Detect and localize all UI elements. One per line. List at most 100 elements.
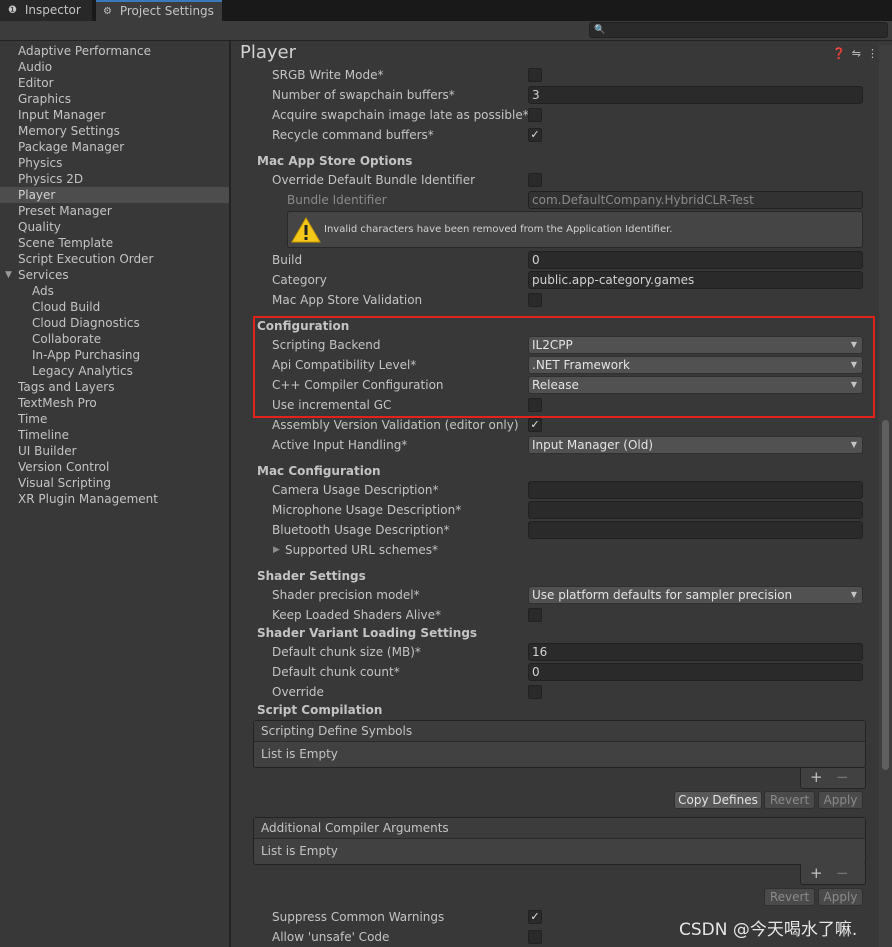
sidebar-item[interactable]: Version Control xyxy=(0,459,229,475)
assembly-validation-checkbox[interactable]: ✓ xyxy=(528,418,542,432)
sidebar-item[interactable]: Quality xyxy=(0,219,229,235)
override-checkbox[interactable] xyxy=(528,685,542,699)
sidebar-item[interactable]: Graphics xyxy=(0,91,229,107)
vertical-scrollbar[interactable] xyxy=(879,45,892,947)
shader-precision-dropdown[interactable]: Use platform defaults for sampler precis… xyxy=(528,586,863,604)
sidebar-item-label: Tags and Layers xyxy=(18,380,115,394)
info-icon: ❶ xyxy=(8,5,17,16)
keep-loaded-label: Keep Loaded Shaders Alive* xyxy=(272,608,442,622)
mac-configuration-title: Mac Configuration xyxy=(257,464,381,478)
suppress-warnings-checkbox[interactable]: ✓ xyxy=(528,910,542,924)
sidebar-item[interactable]: Physics xyxy=(0,155,229,171)
input-handling-dropdown[interactable]: Input Manager (Old) ▼ xyxy=(528,436,863,454)
acquire-checkbox[interactable] xyxy=(528,108,542,122)
swapchain-field[interactable]: 3 xyxy=(528,86,863,104)
sidebar-item-label: Version Control xyxy=(18,460,110,474)
sidebar-item[interactable]: Player xyxy=(0,187,229,203)
chevron-down-icon: ▼ xyxy=(850,440,857,449)
srgb-label: SRGB Write Mode* xyxy=(272,68,384,82)
sidebar-item[interactable]: ▼ Services xyxy=(0,267,229,283)
define-symbols-controls: + − xyxy=(800,768,866,789)
recycle-checkbox[interactable]: ✓ xyxy=(528,128,542,142)
add-symbol-button[interactable]: + xyxy=(810,768,823,786)
sidebar-item[interactable]: TextMesh Pro xyxy=(0,395,229,411)
sidebar-item[interactable]: Adaptive Performance xyxy=(0,43,229,59)
sidebar-item[interactable]: Ads xyxy=(0,283,229,299)
sidebar-item[interactable]: Time xyxy=(0,411,229,427)
help-icon[interactable]: ❓ xyxy=(832,47,852,60)
warning-text: Invalid characters have been removed fro… xyxy=(324,224,673,235)
bluetooth-usage-field[interactable] xyxy=(528,521,863,539)
sidebar-item[interactable]: Audio xyxy=(0,59,229,75)
sidebar-item[interactable]: XR Plugin Management xyxy=(0,491,229,507)
sidebar-item-label: Memory Settings xyxy=(18,124,120,138)
remove-argument-button[interactable]: − xyxy=(836,864,849,882)
sidebar-item[interactable]: Cloud Diagnostics xyxy=(0,315,229,331)
build-field[interactable]: 0 xyxy=(528,251,863,269)
sidebar-item-label: Cloud Build xyxy=(32,300,101,314)
override-bundle-label: Override Default Bundle Identifier xyxy=(272,173,476,187)
sidebar-item[interactable]: Script Execution Order xyxy=(0,251,229,267)
sidebar-item-label: Adaptive Performance xyxy=(18,44,151,58)
sidebar-item[interactable]: Tags and Layers xyxy=(0,379,229,395)
remove-symbol-button[interactable]: − xyxy=(836,768,849,786)
define-symbols-list: Scripting Define Symbols List is Empty xyxy=(253,720,866,768)
apply-args-button[interactable]: Apply xyxy=(818,888,863,906)
sidebar-item[interactable]: Collaborate xyxy=(0,331,229,347)
category-field[interactable]: public.app-category.games xyxy=(528,271,863,289)
sidebar-item-label: Quality xyxy=(18,220,61,234)
sidebar-item[interactable]: Legacy Analytics xyxy=(0,363,229,379)
revert-defines-button[interactable]: Revert xyxy=(764,791,815,809)
expand-arrow-icon[interactable]: ▼ xyxy=(5,267,12,283)
tab-inspector-label: Inspector xyxy=(24,3,81,17)
sidebar-item[interactable]: Package Manager xyxy=(0,139,229,155)
keep-loaded-checkbox[interactable] xyxy=(528,608,542,622)
sidebar-item-label: Editor xyxy=(18,76,54,90)
tab-project-settings[interactable]: ⚙ Project Settings xyxy=(96,0,222,21)
warning-icon xyxy=(291,217,321,243)
apply-defines-button[interactable]: Apply xyxy=(818,791,863,809)
sidebar-item-label: Cloud Diagnostics xyxy=(32,316,140,330)
sidebar-item-label: Ads xyxy=(32,284,54,298)
camera-usage-field[interactable] xyxy=(528,481,863,499)
define-symbols-empty: List is Empty xyxy=(261,747,338,761)
add-argument-button[interactable]: + xyxy=(810,864,823,882)
sidebar-item[interactable]: In-App Purchasing xyxy=(0,347,229,363)
bundle-id-label: Bundle Identifier xyxy=(287,193,387,207)
script-compilation-title: Script Compilation xyxy=(257,703,383,717)
sidebar-item[interactable]: Cloud Build xyxy=(0,299,229,315)
chunk-size-label: Default chunk size (MB)* xyxy=(272,645,421,659)
sidebar-item[interactable]: Visual Scripting xyxy=(0,475,229,491)
sidebar-item-label: Graphics xyxy=(18,92,71,106)
sidebar-item[interactable]: Input Manager xyxy=(0,107,229,123)
sidebar-item[interactable]: Preset Manager xyxy=(0,203,229,219)
chunk-size-field[interactable]: 16 xyxy=(528,643,863,661)
sidebar-item-label: Package Manager xyxy=(18,140,125,154)
search-input[interactable]: 🔍 xyxy=(589,22,888,38)
srgb-checkbox[interactable] xyxy=(528,68,542,82)
presets-icon[interactable]: ⇋ xyxy=(852,47,867,60)
sidebar-item-label: Preset Manager xyxy=(18,204,112,218)
sidebar-item[interactable]: UI Builder xyxy=(0,443,229,459)
sidebar-item[interactable]: Scene Template xyxy=(0,235,229,251)
watermark: CSDN @今天喝水了嘛. xyxy=(679,920,858,940)
category-label: Category xyxy=(272,273,327,287)
sidebar-item[interactable]: Memory Settings xyxy=(0,123,229,139)
microphone-usage-label: Microphone Usage Description* xyxy=(272,503,462,517)
sidebar-item[interactable]: Physics 2D xyxy=(0,171,229,187)
copy-defines-button[interactable]: Copy Defines xyxy=(674,791,762,809)
sidebar-item-label: Legacy Analytics xyxy=(32,364,133,378)
override-bundle-checkbox[interactable] xyxy=(528,173,542,187)
sidebar-item[interactable]: Timeline xyxy=(0,427,229,443)
chunk-count-field[interactable]: 0 xyxy=(528,663,863,681)
scrollbar-thumb[interactable] xyxy=(882,420,889,770)
microphone-usage-field[interactable] xyxy=(528,501,863,519)
shader-variant-title: Shader Variant Loading Settings xyxy=(257,626,478,640)
validation-checkbox[interactable] xyxy=(528,293,542,307)
sidebar-item[interactable]: Editor xyxy=(0,75,229,91)
revert-args-button[interactable]: Revert xyxy=(764,888,815,906)
sidebar-item-label: Services xyxy=(18,268,69,282)
allow-unsafe-checkbox[interactable] xyxy=(528,930,542,944)
page-title: Player xyxy=(240,42,297,63)
tab-inspector[interactable]: ❶ Inspector xyxy=(0,0,92,21)
